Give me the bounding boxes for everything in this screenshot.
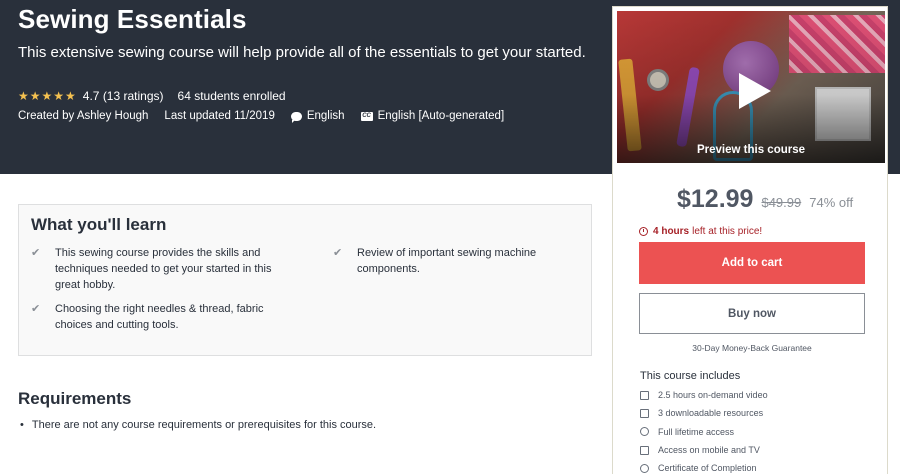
course-preview-video[interactable]: Preview this course	[617, 11, 885, 163]
include-item: Certificate of Completion	[640, 459, 768, 474]
current-price: $12.99	[677, 185, 754, 213]
captions-text: English [Auto-generated]	[377, 110, 505, 122]
meta-row: Created by Ashley Hough Last updated 11/…	[18, 110, 520, 123]
check-icon: ✔	[31, 247, 41, 259]
what-youll-learn-box: What you'll learn ✔ This sewing course p…	[18, 204, 592, 356]
buy-now-button[interactable]: Buy now	[639, 293, 865, 334]
course-title: Sewing Essentials	[18, 4, 247, 34]
requirement-text: There are not any course requirements or…	[31, 419, 377, 431]
money-back-guarantee: 30-Day Money-Back Guarantee	[692, 343, 812, 353]
include-item: Full lifetime access	[640, 423, 768, 441]
include-item: 2.5 hours on-demand video	[640, 386, 768, 404]
alarm-clock-icon	[639, 227, 648, 236]
learn-title: What you'll learn	[31, 215, 167, 234]
learn-item: ✔ Choosing the right needles & thread, f…	[31, 301, 281, 333]
students-enrolled: 64 students enrolled	[177, 89, 286, 103]
check-icon: ✔	[333, 247, 343, 259]
mobile-icon	[640, 445, 649, 455]
instructor-credit[interactable]: Created by Ashley Hough	[18, 110, 148, 122]
requirements-title: Requirements	[18, 389, 132, 408]
include-item: Access on mobile and TV	[640, 441, 768, 459]
rating-text[interactable]: 4.7 (13 ratings)	[83, 89, 164, 103]
includes-list: 2.5 hours on-demand video 3 downloadable…	[640, 386, 768, 474]
certificate-icon	[640, 463, 649, 473]
learn-item: ✔ Review of important sewing machine com…	[333, 245, 583, 277]
captions: CC English [Auto-generated]	[360, 110, 505, 122]
language: English	[290, 110, 345, 123]
rating-row: ★★★★★ 4.7 (13 ratings) 64 students enrol…	[18, 89, 286, 103]
purchase-sidebar: Preview this course $12.99 $49.99 74% of…	[612, 6, 888, 474]
learn-item: ✔ This sewing course provides the skills…	[31, 245, 281, 293]
infinity-icon	[640, 427, 649, 437]
star-rating-icon: ★★★★★	[18, 89, 77, 103]
language-text: English	[306, 110, 345, 122]
last-updated: Last updated 11/2019	[164, 110, 275, 122]
include-text: Access on mobile and TV	[658, 445, 760, 456]
closed-captions-icon: CC	[360, 111, 373, 121]
include-text: Certificate of Completion	[658, 463, 757, 474]
original-price: $49.99	[761, 195, 802, 210]
file-icon	[640, 408, 649, 418]
learn-item-text: Review of important sewing machine compo…	[357, 247, 537, 275]
include-item: 3 downloadable resources	[640, 404, 768, 422]
include-text: 2.5 hours on-demand video	[658, 390, 768, 401]
video-icon	[640, 390, 649, 400]
check-icon: ✔	[31, 303, 41, 315]
include-text: 3 downloadable resources	[658, 408, 764, 419]
instructor-text: Created by Ashley Hough	[18, 110, 149, 122]
learn-item-text: Choosing the right needles & thread, fab…	[55, 303, 264, 331]
preview-label: Preview this course	[696, 144, 806, 156]
play-icon[interactable]	[737, 71, 773, 111]
sale-timer: 4 hours left at this price!	[639, 226, 762, 237]
timer-text: left at this price!	[692, 226, 763, 237]
timer-hours: 4 hours	[653, 226, 690, 237]
speech-bubble-icon	[290, 111, 302, 123]
includes-title: This course includes	[640, 370, 741, 382]
bullet-icon: •	[20, 419, 24, 431]
add-to-cart-button[interactable]: Add to cart	[639, 242, 865, 284]
include-text: Full lifetime access	[658, 426, 735, 437]
course-subtitle: This extensive sewing course will help p…	[18, 44, 586, 61]
requirement-item: • There are not any course requirements …	[20, 419, 376, 431]
learn-item-text: This sewing course provides the skills a…	[55, 247, 272, 291]
discount-percent: 74% off	[809, 195, 854, 210]
price-row: $12.99 $49.99 74% off	[677, 185, 853, 214]
